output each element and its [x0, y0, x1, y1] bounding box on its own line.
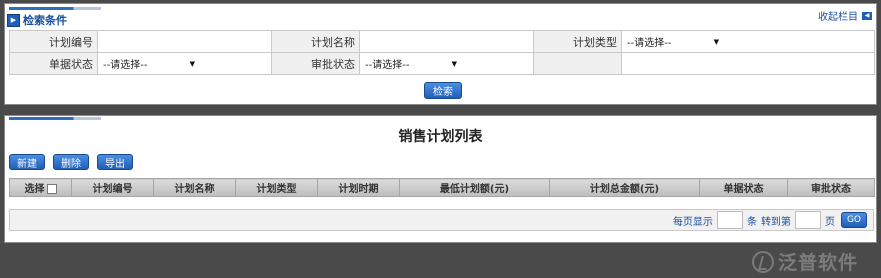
- plan-no-input[interactable]: [97, 30, 272, 53]
- table-header-row: 选择 计划编号 计划名称 计划类型 计划时期 最低计划额(元) 计划总金额(元)…: [9, 178, 875, 197]
- search-button[interactable]: 检索: [424, 82, 462, 99]
- collapse-label[interactable]: 收起栏目: [818, 8, 858, 23]
- column-header-plan-name[interactable]: 计划名称: [153, 178, 236, 197]
- plan-name-input[interactable]: [359, 30, 534, 53]
- select-all-checkbox[interactable]: [46, 184, 57, 194]
- chevron-down-icon: ▼: [451, 59, 457, 68]
- page-unit: 页: [824, 216, 835, 228]
- empty-label-cell: [533, 52, 622, 75]
- export-button[interactable]: 导出: [97, 154, 133, 170]
- chevron-down-icon: ▼: [713, 37, 719, 46]
- plan-name-label: 计划名称: [271, 30, 360, 53]
- select-column-label: 选择: [24, 184, 45, 195]
- empty-value-cell: [621, 52, 875, 75]
- brand-logo: 泛普软件: [752, 248, 858, 275]
- column-header-doc-status[interactable]: 单据状态: [699, 178, 788, 197]
- search-form: 计划编号 计划名称 计划类型 --请选择-- ▼ 单据状态 --请选择-- ▼ …: [9, 30, 875, 75]
- per-page-unit: 条: [746, 216, 757, 228]
- collapse-icon[interactable]: ◀: [862, 11, 872, 20]
- column-header-plan-type[interactable]: 计划类型: [235, 178, 318, 197]
- column-header-approve-status[interactable]: 审批状态: [787, 178, 875, 197]
- plan-type-label: 计划类型: [533, 30, 622, 53]
- column-header-plan-no[interactable]: 计划编号: [71, 178, 154, 197]
- list-title: 销售计划列表: [398, 129, 483, 145]
- goto-page-input[interactable]: [794, 211, 821, 229]
- pager: 每页显示 条 转到第 页 GO: [9, 209, 874, 231]
- brand-logo-text: 泛普软件: [778, 252, 859, 274]
- column-header-total-amount[interactable]: 计划总金额(元): [549, 178, 700, 197]
- chevron-down-icon: ▼: [189, 59, 195, 68]
- search-panel-title: 检索条件: [23, 14, 67, 27]
- column-header-select: 选择: [9, 178, 72, 197]
- search-panel: ▶ 检索条件 收起栏目 ◀ 计划编号 计划名称 计划类型 --请选择-- ▼ 单…: [4, 3, 877, 105]
- doc-status-select[interactable]: --请选择-- ▼: [102, 55, 196, 73]
- plan-type-select[interactable]: --请选择-- ▼: [626, 33, 720, 51]
- per-page-input[interactable]: [716, 211, 743, 229]
- delete-button[interactable]: 删除: [53, 154, 89, 170]
- column-header-plan-period[interactable]: 计划时期: [317, 178, 400, 197]
- list-panel: 销售计划列表 新建 删除 导出 选择 计划编号 计划名称 计划类型 计划时期 最…: [4, 115, 877, 243]
- approve-status-select-value: --请选择--: [365, 60, 410, 71]
- go-button[interactable]: GO: [840, 212, 867, 228]
- column-header-min-amount[interactable]: 最低计划额(元): [399, 178, 550, 197]
- plan-table: 选择 计划编号 计划名称 计划类型 计划时期 最低计划额(元) 计划总金额(元)…: [9, 178, 875, 197]
- plan-no-label: 计划编号: [9, 30, 98, 53]
- list-toolbar: 新建 删除 导出: [9, 152, 874, 172]
- brand-logo-icon: [752, 250, 774, 273]
- new-button[interactable]: 新建: [9, 154, 45, 170]
- approve-status-label: 审批状态: [271, 52, 360, 75]
- approve-status-select[interactable]: --请选择-- ▼: [364, 55, 458, 73]
- panel-tab-indicator: [9, 117, 101, 120]
- doc-status-label: 单据状态: [9, 52, 98, 75]
- goto-label: 转到第: [760, 216, 791, 228]
- doc-status-select-value: --请选择--: [103, 60, 148, 71]
- collapse-panel-button[interactable]: 收起栏目 ◀: [818, 8, 872, 23]
- plan-type-select-value: --请选择--: [627, 38, 672, 49]
- search-panel-header: ▶ 检索条件: [7, 13, 67, 27]
- panel-tab-indicator: [9, 7, 101, 10]
- panel-arrow-icon: ▶: [7, 13, 20, 27]
- per-page-label: 每页显示: [672, 216, 713, 228]
